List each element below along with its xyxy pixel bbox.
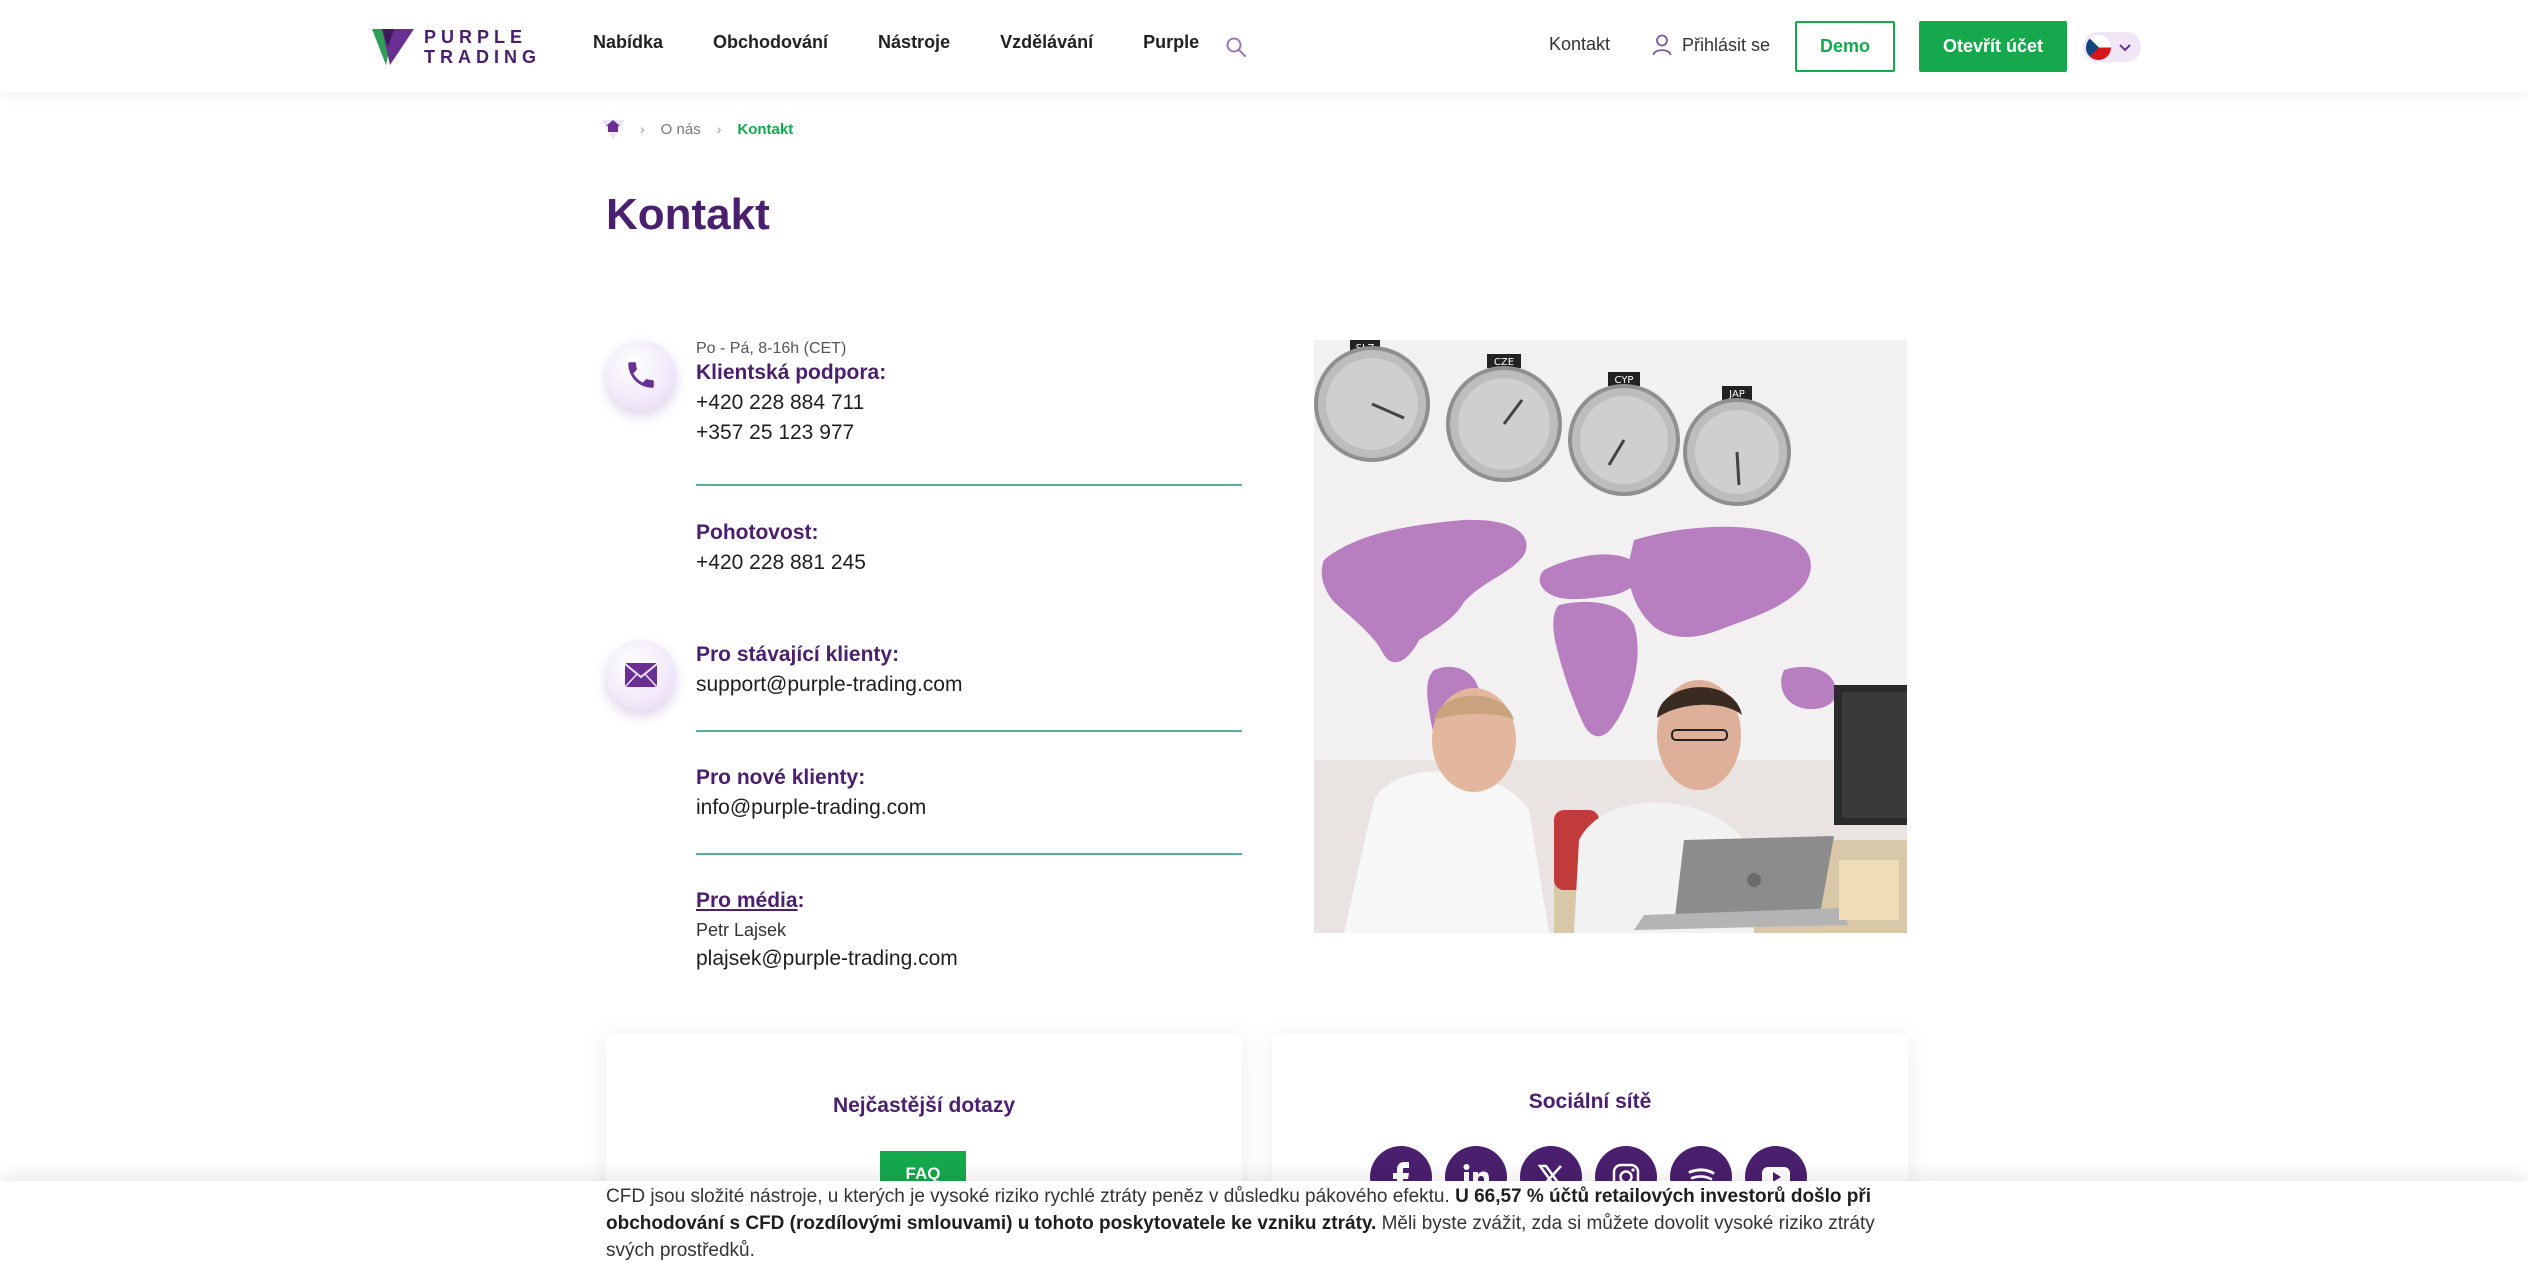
support-phone-1[interactable]: +420 228 884 711	[696, 388, 886, 418]
divider	[696, 484, 1242, 486]
risk-warning-banner: CFD jsou složité nástroje, u kterých je …	[0, 1181, 2528, 1278]
media-person: Petr Lajsek	[696, 920, 787, 940]
login-label: Přihlásit se	[1682, 34, 1771, 55]
search-icon[interactable]	[1225, 36, 1247, 58]
home-icon[interactable]	[602, 114, 624, 144]
breadcrumb-separator: ›	[716, 121, 722, 137]
contact-link[interactable]: Kontakt	[1549, 34, 1610, 55]
media-email[interactable]: plajsek@purple-trading.com	[696, 944, 958, 974]
risk-text-part1: CFD jsou složité nástroje, u kterých je …	[606, 1186, 1456, 1207]
open-account-button[interactable]: Otevřít účet	[1919, 21, 2067, 72]
language-selector[interactable]	[2083, 32, 2141, 62]
support-label: Klientská podpora:	[696, 361, 887, 384]
divider	[696, 853, 1242, 855]
divider	[696, 730, 1242, 732]
media-block: Pro média: Petr Lajsek plajsek@purple-tr…	[696, 886, 958, 974]
support-block: Po - Pá, 8-16h (CET) Klientská podpora: …	[696, 340, 886, 448]
user-icon	[1652, 34, 1672, 56]
nav-item-nabidka[interactable]: Nabídka	[593, 32, 663, 53]
breadcrumb-item-kontakt: Kontakt	[737, 120, 794, 138]
czech-flag-icon	[2086, 34, 2111, 60]
emergency-phone[interactable]: +420 228 881 245	[696, 548, 866, 578]
support-hours: Po - Pá, 8-16h (CET)	[696, 340, 847, 357]
breadcrumb-item-o-nas[interactable]: O nás	[661, 121, 701, 138]
media-label: Pro média:	[696, 886, 958, 916]
media-label-colon: :	[797, 889, 805, 912]
demo-button[interactable]: Demo	[1795, 21, 1895, 72]
existing-clients-label: Pro stávající klienty:	[696, 643, 900, 666]
breadcrumb-separator: ›	[640, 121, 645, 137]
breadcrumb: › O nás › Kontakt	[602, 114, 793, 144]
office-photo: SLZ CZE CYP JAP	[1314, 340, 1907, 933]
media-link[interactable]: Pro média	[696, 889, 798, 912]
faq-title: Nejčastější dotazy	[832, 1094, 1016, 1117]
login-link[interactable]: Přihlásit se	[1652, 34, 1770, 56]
logo-text-line1: PURPLE	[424, 27, 528, 47]
emergency-label: Pohotovost:	[696, 521, 819, 544]
phone-icon	[606, 340, 676, 410]
new-clients-block: Pro nové klienty: info@purple-trading.co…	[696, 763, 926, 823]
nav-item-obchodovani[interactable]: Obchodování	[713, 32, 828, 53]
logo-text-line2: TRADING	[424, 47, 541, 67]
page-title: Kontakt	[606, 190, 770, 239]
support-phone-2[interactable]: +357 25 123 977	[696, 418, 886, 448]
nav-item-nastroje[interactable]: Nástroje	[878, 32, 950, 53]
new-clients-label: Pro nové klienty:	[696, 766, 866, 789]
nav-item-purple[interactable]: Purple	[1143, 32, 1199, 53]
nav-item-vzdelavani[interactable]: Vzdělávání	[1000, 32, 1093, 53]
social-title: Sociální sítě	[1528, 1090, 1652, 1113]
existing-clients-block: Pro stávající klienty: support@purple-tr…	[696, 640, 962, 700]
existing-clients-email[interactable]: support@purple-trading.com	[696, 670, 962, 700]
site-header: PURPLE TRADING Nabídka Obchodování Nástr…	[0, 0, 2528, 92]
emergency-block: Pohotovost: +420 228 881 245	[696, 518, 866, 578]
envelope-icon	[606, 640, 676, 710]
logo[interactable]: PURPLE TRADING	[372, 26, 541, 68]
main-nav: Nabídka Obchodování Nástroje Vzdělávání …	[593, 32, 1249, 53]
risk-warning-text: CFD jsou složité nástroje, u kterých je …	[606, 1183, 1916, 1264]
chevron-down-icon	[2119, 44, 2131, 52]
new-clients-email[interactable]: info@purple-trading.com	[696, 793, 926, 823]
logo-mark-icon	[372, 27, 416, 67]
